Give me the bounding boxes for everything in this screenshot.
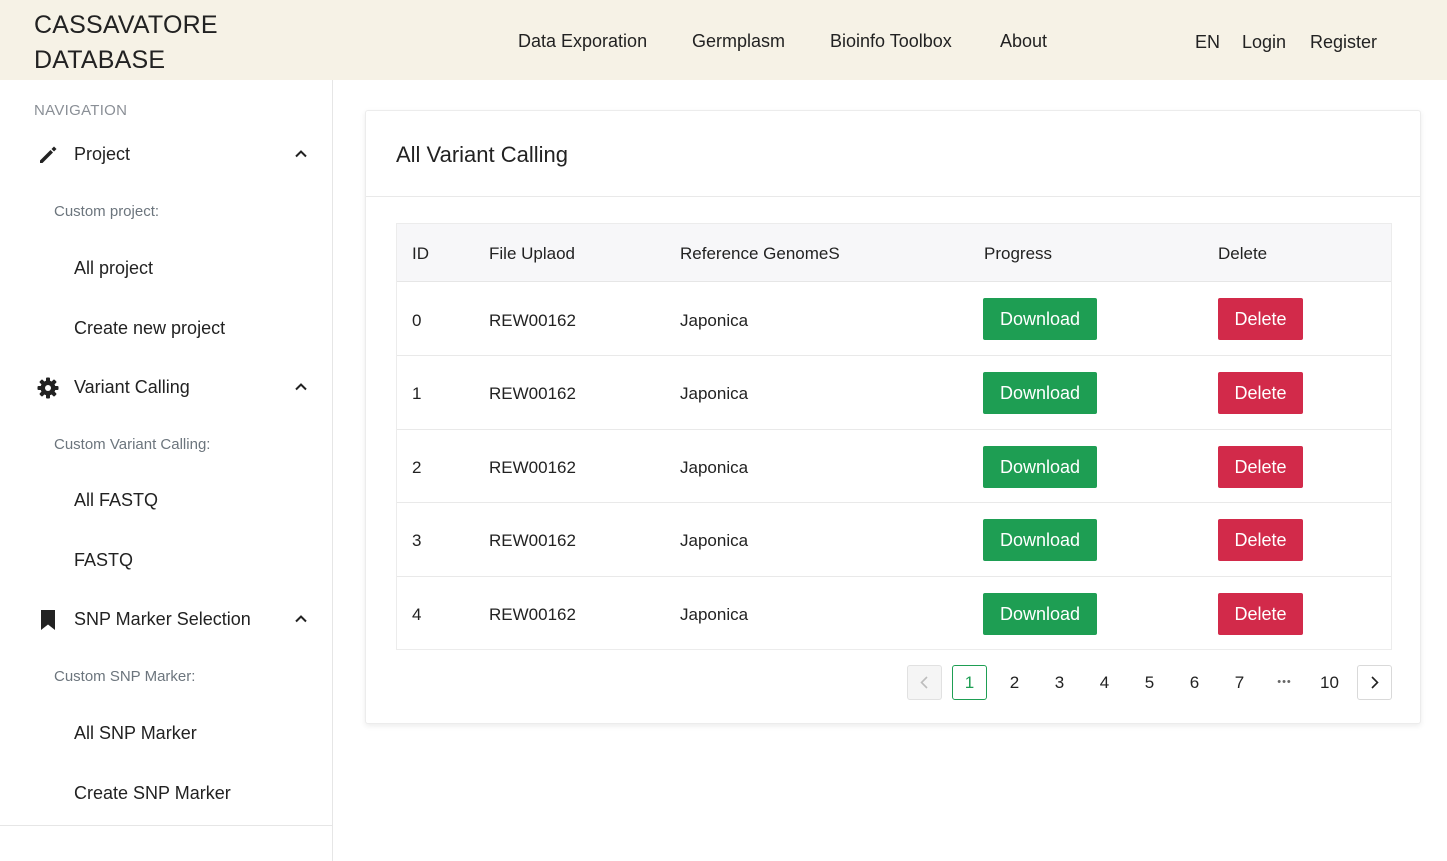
table-row: 2 REW00162 Japonica Download Delete — [397, 430, 1391, 503]
sidebar-item-all-fastq[interactable]: All FASTQ — [74, 489, 158, 511]
top-header: CASSAVATORE DATABASE Data Exporation Ger… — [0, 0, 1447, 80]
chevron-up-icon[interactable] — [292, 378, 310, 396]
column-header-progress: Progress — [984, 244, 1053, 263]
cell-file: REW00162 — [489, 311, 576, 330]
sidebar-item-fastq[interactable]: FASTQ — [74, 549, 133, 571]
chevron-up-icon[interactable] — [292, 610, 310, 628]
sidebar: NAVIGATION Project Custom project: All p… — [0, 80, 333, 826]
cell-file: REW00162 — [489, 458, 576, 477]
cell-file: REW00162 — [489, 605, 576, 624]
cell-genome: Japonica — [680, 458, 749, 477]
site-logo[interactable]: CASSAVATORE DATABASE — [34, 8, 218, 78]
cell-genome: Japonica — [680, 605, 749, 624]
nav-about[interactable]: About — [1000, 30, 1047, 52]
pagination-page-4[interactable]: 4 — [1087, 665, 1122, 700]
delete-button[interactable]: Delete — [1218, 446, 1303, 488]
sidebar-subheading-variant-calling: Custom Variant Calling: — [54, 436, 211, 453]
language-selector[interactable]: EN — [1195, 31, 1220, 53]
download-button[interactable]: Download — [983, 298, 1097, 340]
pagination-page-1[interactable]: 1 — [952, 665, 987, 700]
download-button[interactable]: Download — [983, 593, 1097, 635]
variant-calling-card: All Variant Calling ID File Uplaod Refer… — [365, 110, 1421, 724]
chevron-right-icon — [1371, 676, 1379, 689]
cell-id: 0 — [412, 311, 422, 330]
delete-button[interactable]: Delete — [1218, 519, 1303, 561]
sidebar-footer-space — [0, 826, 333, 861]
sidebar-subheading-project: Custom project: — [54, 203, 160, 220]
cell-id: 4 — [412, 605, 422, 624]
sidebar-group-label: SNP Marker Selection — [74, 609, 251, 629]
column-header-reference-genome: Reference GenomeS — [680, 244, 840, 263]
delete-button[interactable]: Delete — [1218, 593, 1303, 635]
sidebar-subheading-snp-marker: Custom SNP Marker: — [54, 668, 196, 685]
nav-data-exploration[interactable]: Data Exporation — [518, 30, 647, 52]
bookmark-icon — [36, 608, 60, 632]
sidebar-group-label: Project — [74, 144, 131, 164]
logo-line-1: CASSAVATORE — [34, 11, 218, 39]
logo-line-2: DATABASE — [34, 46, 166, 74]
chevron-left-icon — [920, 676, 928, 689]
cell-genome: Japonica — [680, 311, 749, 330]
pagination-page-3[interactable]: 3 — [1042, 665, 1077, 700]
column-header-id: ID — [412, 244, 429, 263]
nav-germplasm[interactable]: Germplasm — [692, 30, 785, 52]
card-divider — [366, 196, 1420, 197]
sidebar-group-snp-marker[interactable]: SNP Marker Selection — [0, 599, 333, 639]
table-row: 1 REW00162 Japonica Download Delete — [397, 356, 1391, 430]
sidebar-group-label: Variant Calling — [74, 377, 190, 397]
pagination-page-7[interactable]: 7 — [1222, 665, 1257, 700]
table-row: 4 REW00162 Japonica Download Delete — [397, 577, 1391, 649]
chevron-up-icon[interactable] — [292, 145, 310, 163]
register-link[interactable]: Register — [1310, 31, 1377, 53]
delete-button[interactable]: Delete — [1218, 372, 1303, 414]
table-row: 0 REW00162 Japonica Download Delete — [397, 283, 1391, 356]
pagination-next-button[interactable] — [1357, 665, 1392, 700]
sidebar-item-all-project[interactable]: All project — [74, 257, 153, 279]
cell-id: 3 — [412, 531, 422, 550]
sidebar-heading: NAVIGATION — [34, 102, 128, 119]
pagination-page-10[interactable]: 10 — [1312, 665, 1347, 700]
table-row: 3 REW00162 Japonica Download Delete — [397, 503, 1391, 577]
cell-file: REW00162 — [489, 384, 576, 403]
download-button[interactable]: Download — [983, 519, 1097, 561]
column-header-file-upload: File Uplaod — [489, 244, 575, 263]
page-title: All Variant Calling — [396, 142, 569, 167]
pagination-prev-button[interactable] — [907, 665, 942, 700]
sidebar-group-variant-calling[interactable]: Variant Calling — [0, 367, 333, 407]
cell-file: REW00162 — [489, 531, 576, 550]
pagination-ellipsis[interactable]: ••• — [1267, 665, 1302, 700]
sidebar-item-all-snp-marker[interactable]: All SNP Marker — [74, 722, 197, 744]
cell-genome: Japonica — [680, 384, 749, 403]
cell-genome: Japonica — [680, 531, 749, 550]
pagination-page-6[interactable]: 6 — [1177, 665, 1212, 700]
pagination-page-2[interactable]: 2 — [997, 665, 1032, 700]
variant-calling-table: ID File Uplaod Reference GenomeS Progres… — [396, 223, 1392, 650]
pagination: 1 2 3 4 5 6 7 ••• 10 — [907, 665, 1392, 700]
pencil-icon — [36, 143, 60, 167]
delete-button[interactable]: Delete — [1218, 298, 1303, 340]
login-link[interactable]: Login — [1242, 31, 1286, 53]
pagination-page-5[interactable]: 5 — [1132, 665, 1167, 700]
cell-id: 2 — [412, 458, 422, 477]
nav-bioinfo-toolbox[interactable]: Bioinfo Toolbox — [830, 30, 952, 52]
cell-id: 1 — [412, 384, 422, 403]
column-header-delete: Delete — [1218, 244, 1268, 263]
sidebar-group-project[interactable]: Project — [0, 134, 333, 174]
sidebar-item-create-project[interactable]: Create new project — [74, 317, 225, 339]
gear-icon — [36, 376, 60, 400]
download-button[interactable]: Download — [983, 446, 1097, 488]
download-button[interactable]: Download — [983, 372, 1097, 414]
table-header: ID File Uplaod Reference GenomeS Progres… — [397, 224, 1391, 282]
sidebar-item-create-snp-marker[interactable]: Create SNP Marker — [74, 782, 231, 804]
